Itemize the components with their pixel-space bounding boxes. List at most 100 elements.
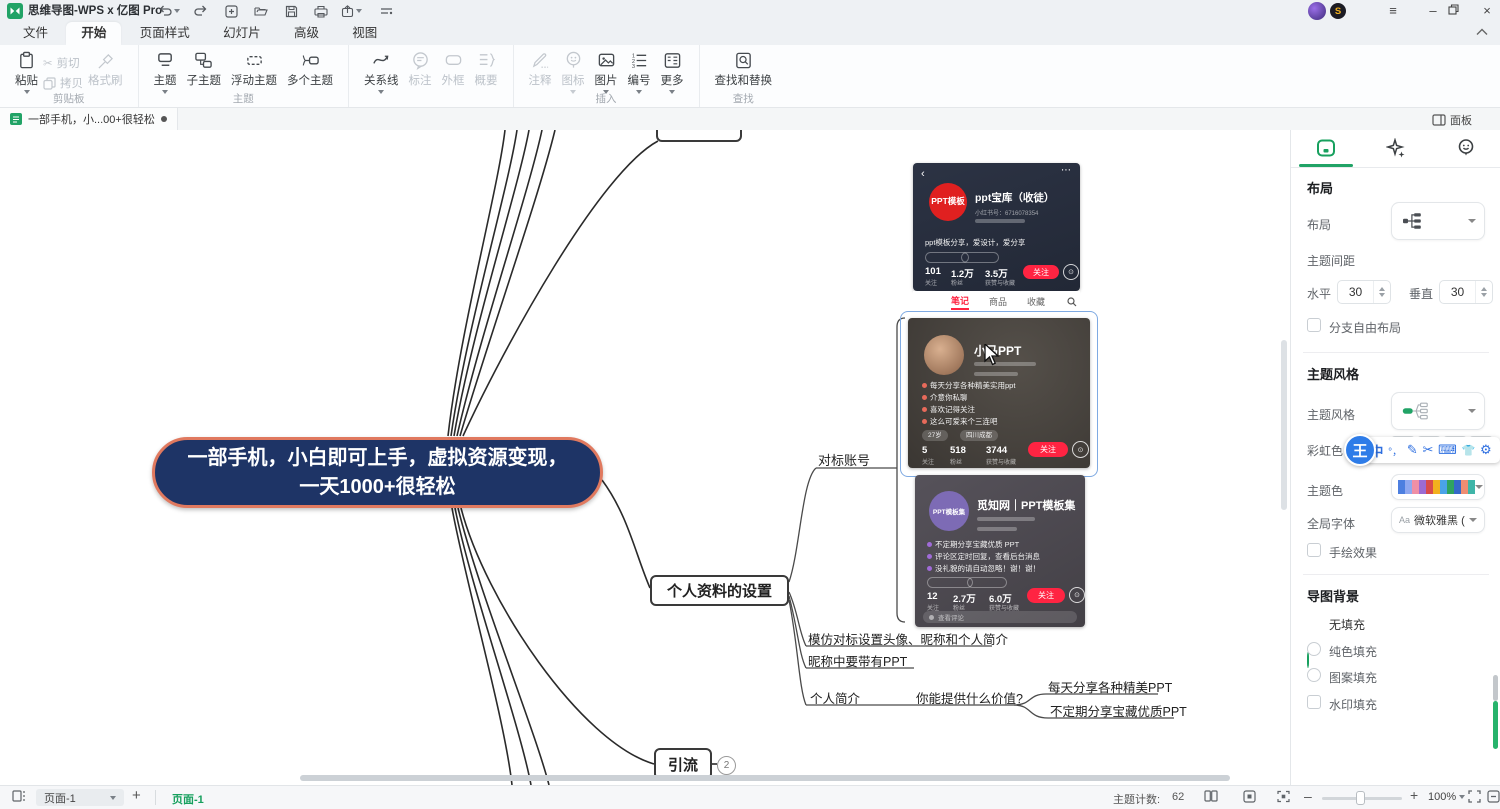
add-page-button[interactable]: + (132, 787, 141, 804)
customize-toolbar-button[interactable] (375, 2, 397, 20)
ime-punctuation-toggle[interactable]: °， (1388, 443, 1402, 458)
label-intro[interactable]: 个人简介 (810, 688, 860, 707)
collapsed-branch-badge[interactable]: 2 (717, 756, 736, 775)
stepper-arrows[interactable] (1475, 281, 1492, 303)
boundary-button[interactable]: 外框 (437, 48, 470, 91)
ime-logo[interactable]: 王 (1344, 434, 1376, 466)
ime-clip-icon[interactable]: ✂ (1422, 442, 1433, 458)
card1-search-icon[interactable] (1067, 297, 1077, 307)
panel-tab-ai[interactable] (1361, 130, 1431, 166)
global-font-dropdown[interactable]: Aa 微软雅黑 (大) (1391, 507, 1485, 533)
label-imitate[interactable]: 模仿对标设置头像、昵称和个人简介 (808, 629, 1008, 648)
label-value-question[interactable]: 你能提供什么价值? (916, 688, 1023, 707)
card3-comment-bar[interactable]: 查看评论 (923, 611, 1077, 623)
panel-scrollbar-track[interactable] (1493, 675, 1498, 701)
root-topic[interactable]: 一部手机，小白即可上手，虚拟资源变现，一天1000+很轻松 (152, 437, 603, 508)
card3-message-icon[interactable]: ⊙ (1069, 587, 1085, 603)
undo-button[interactable] (158, 2, 180, 20)
find-replace-button[interactable]: 查找和替换 (710, 48, 778, 91)
relationship-button[interactable]: 关系线 (359, 48, 404, 97)
panel-tab-style[interactable] (1291, 130, 1361, 166)
print-button[interactable] (310, 2, 332, 20)
ime-keyboard-icon[interactable]: ⌨ (1438, 442, 1457, 458)
copy-button[interactable]: 拷贝 (43, 75, 83, 91)
vertical-scrollbar[interactable] (1281, 340, 1287, 510)
label-value-answer1[interactable]: 每天分享各种精美PPT (1048, 677, 1172, 696)
collapse-statusbar-icon[interactable] (1482, 790, 1500, 803)
card1-tab-goods[interactable]: 商品 (989, 295, 1007, 308)
paste-button[interactable]: 粘贴 (10, 48, 43, 97)
node-profile-settings[interactable]: 个人资料的设置 (650, 575, 789, 606)
vertical-spacing-stepper[interactable]: 30 (1439, 280, 1493, 304)
horizontal-spacing-stepper[interactable]: 30 (1337, 280, 1391, 304)
tab-slides[interactable]: 幻灯片 (208, 22, 276, 45)
user-avatar[interactable] (1308, 2, 1326, 20)
tab-file[interactable]: 文件 (8, 22, 63, 45)
cut-button[interactable]: ✂ 剪切 (43, 55, 83, 71)
bg-watermark-checkbox[interactable] (1307, 695, 1321, 709)
theme-style-dropdown[interactable] (1391, 392, 1485, 430)
panel-scrollbar-thumb[interactable] (1493, 701, 1498, 749)
vip-badge[interactable]: S (1330, 3, 1346, 19)
bg-solid-radio[interactable] (1307, 642, 1321, 656)
label-nickname[interactable]: 昵称中要带有PPT (808, 651, 907, 670)
tab-advanced[interactable]: 高级 (279, 22, 334, 45)
zoom-in-button[interactable]: + (1410, 787, 1418, 803)
card2-follow-button[interactable]: 关注 (1028, 442, 1068, 457)
subtopic-button[interactable]: 子主题 (182, 48, 227, 91)
bg-pattern-radio[interactable] (1307, 668, 1321, 682)
tab-page-style[interactable]: 页面样式 (125, 22, 205, 45)
back-icon[interactable]: ‹ (921, 168, 925, 180)
icon-button[interactable]: 图标 (557, 48, 590, 97)
horizontal-scrollbar[interactable] (300, 775, 1230, 781)
ime-settings-icon[interactable]: ⚙ (1480, 442, 1492, 458)
close-button[interactable]: × (1472, 0, 1500, 22)
zoom-level-dropdown[interactable]: 100% (1428, 791, 1465, 803)
card1-message-icon[interactable]: ⊙ (1063, 264, 1079, 280)
tab-view[interactable]: 视图 (337, 22, 392, 45)
card2-message-icon[interactable]: ⊙ (1072, 441, 1089, 458)
summary-button[interactable]: 概要 (470, 48, 503, 91)
clipped-top-node[interactable] (656, 130, 742, 142)
profile-card-xiaoma[interactable]: 小马PPT 每天分享各种精美实用ppt 介意你私聊 喜欢记得关注 这么可爱来个三… (908, 318, 1090, 468)
page-view-icon[interactable] (8, 790, 30, 802)
redo-button[interactable] (190, 2, 212, 20)
active-page-tab[interactable]: 页面-1 (172, 791, 204, 807)
ime-handwriting-icon[interactable]: ✎ (1407, 442, 1418, 458)
more-menu-icon[interactable]: ⋯ (1061, 165, 1072, 176)
label-benchmark-accounts[interactable]: 对标账号 (818, 450, 870, 469)
more-button[interactable]: 更多 (656, 48, 689, 97)
sketch-effect-checkbox[interactable] (1307, 543, 1321, 557)
open-file-button[interactable] (250, 2, 272, 20)
floating-topic-button[interactable]: 浮动主题 (226, 48, 282, 91)
document-tab[interactable]: 一部手机，小...00+很轻松 (0, 108, 178, 130)
comment-button[interactable]: 注释 (524, 48, 557, 91)
ime-toolbar[interactable]: 中 °， ✎ ✂ ⌨ 👕 ⚙ (1362, 437, 1500, 463)
save-button[interactable] (280, 2, 302, 20)
spread-view-icon[interactable] (1200, 790, 1222, 802)
card1-tab-notes[interactable]: 笔记 (951, 294, 969, 310)
new-file-button[interactable] (220, 2, 242, 20)
card3-follow-button[interactable]: 关注 (1027, 588, 1065, 603)
topic-button[interactable]: 主题 (149, 48, 182, 97)
panel-tab-emoji[interactable] (1431, 130, 1500, 166)
window-menu-button[interactable]: ≡ (1378, 0, 1408, 22)
callout-button[interactable]: 标注 (404, 48, 437, 91)
numbering-button[interactable]: 123 编号 (623, 48, 656, 97)
zoom-out-button[interactable]: – (1304, 788, 1312, 804)
profile-card-mizhiwang[interactable]: PPT模板集 觅知网｜PPT模板集 不定期分享宝藏优质 PPT 评论区定时回复，… (915, 475, 1085, 627)
multiple-topics-button[interactable]: 多个主题 (282, 48, 338, 91)
zoom-slider-thumb[interactable] (1356, 791, 1365, 805)
card1-follow-button[interactable]: 关注 (1023, 265, 1059, 279)
fit-window-icon[interactable] (1238, 790, 1260, 803)
card1-tab-fav[interactable]: 收藏 (1027, 295, 1045, 308)
panel-toggle-button[interactable]: 面板 (1432, 112, 1472, 128)
minimize-button[interactable]: – (1418, 0, 1448, 22)
center-topic-icon[interactable] (1272, 790, 1294, 803)
ime-skin-icon[interactable]: 👕 (1462, 444, 1476, 457)
layout-dropdown[interactable] (1391, 202, 1485, 240)
stepper-arrows[interactable] (1373, 281, 1390, 303)
theme-color-dropdown[interactable] (1391, 474, 1485, 500)
collapse-ribbon-icon[interactable] (1476, 28, 1488, 36)
share-button[interactable] (340, 2, 362, 20)
